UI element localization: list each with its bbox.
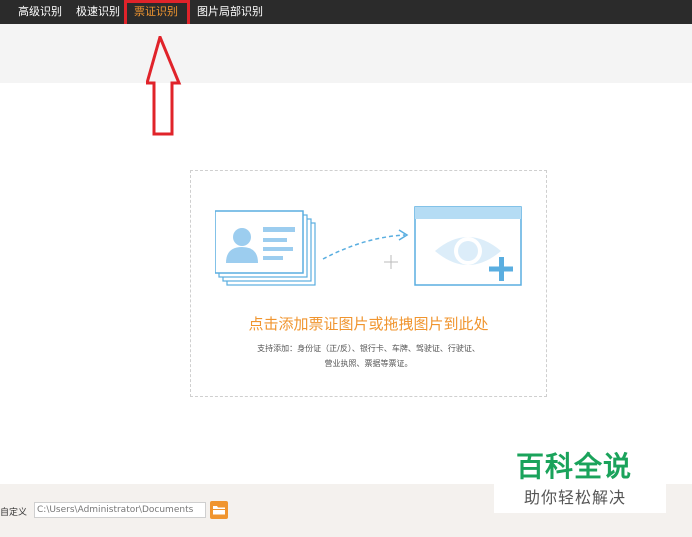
watermark-title: 百科全说 xyxy=(516,450,633,483)
watermark: 百科全说 助你轻松解决 xyxy=(494,441,666,513)
eye-plus-icon xyxy=(414,206,522,286)
id-card-icon xyxy=(215,210,316,286)
output-path-input[interactable] xyxy=(34,502,206,518)
drop-zone-title[interactable]: 点击添加票证图片或拖拽图片到此处 xyxy=(191,313,546,334)
tab-partial-image-recognition[interactable]: 图片局部识别 xyxy=(197,0,263,24)
watermark-subtitle: 助你轻松解决 xyxy=(524,488,627,507)
custom-path-label: 自定义 xyxy=(0,508,28,518)
image-drop-zone[interactable]: 点击添加票证图片或拖拽图片到此处 支持添加：身份证（正/反）、银行卡、车牌、驾驶… xyxy=(190,170,547,397)
folder-icon xyxy=(213,506,225,515)
drop-zone-support-text: 支持添加：身份证（正/反）、银行卡、车牌、驾驶证、行驶证、 xyxy=(257,344,480,353)
drop-illustration xyxy=(215,206,522,286)
toolbar-area xyxy=(0,24,692,83)
up-arrow-annotation xyxy=(146,36,182,136)
tab-fast-recognition[interactable]: 极速识别 xyxy=(76,0,120,24)
drop-zone-support-text-2: 营业执照、票据等票证。 xyxy=(324,359,413,368)
tab-advanced-recognition[interactable]: 高级识别 xyxy=(18,0,62,24)
move-cursor-icon xyxy=(384,255,398,269)
top-tab-bar: 高级识别 极速识别 票证识别 图片局部识别 xyxy=(0,0,692,24)
browse-folder-button[interactable] xyxy=(210,501,228,519)
